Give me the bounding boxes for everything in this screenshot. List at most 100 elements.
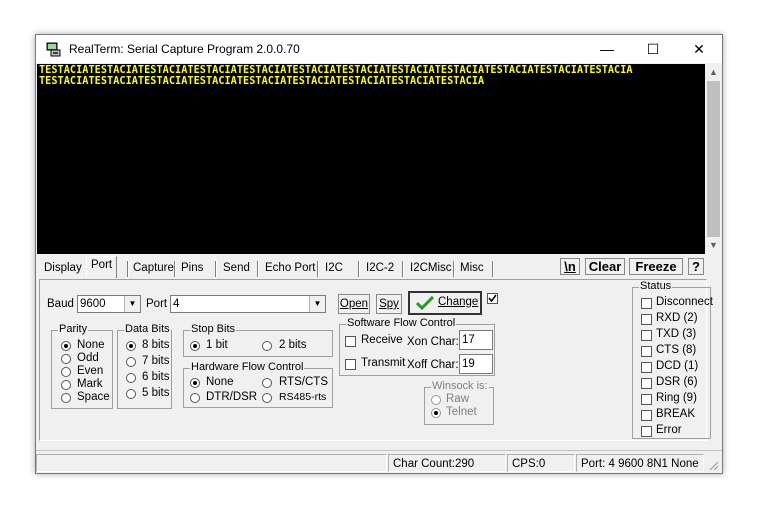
data-bits-5-radio[interactable]: [126, 389, 136, 399]
parity-even-label: Even: [77, 365, 104, 377]
parity-mark-label: Mark: [77, 378, 103, 390]
stop-bits-group: Stop Bits 1 bit 2 bits: [183, 323, 333, 357]
status-ring-indicator: [641, 394, 652, 405]
winsock-title: Winsock is:: [431, 380, 489, 392]
parity-none-radio[interactable]: [61, 341, 71, 351]
hardware-flow-title: Hardware Flow Control: [190, 361, 305, 373]
status-dcd-label: DCD (1): [656, 360, 699, 372]
title-bar: RealTerm: Serial Capture Program 2.0.0.7…: [36, 35, 722, 63]
scroll-thumb[interactable]: [707, 81, 720, 237]
data-bits-8-radio[interactable]: [126, 341, 136, 351]
freeze-button[interactable]: Freeze: [629, 258, 683, 275]
parity-odd-label: Odd: [77, 352, 99, 364]
stop-bits-1-label: 1 bit: [206, 339, 228, 351]
stop-bits-2-radio[interactable]: [262, 341, 272, 351]
winsock-group: Winsock is: Raw Telnet: [424, 380, 494, 425]
tab-misc[interactable]: Misc: [456, 260, 488, 277]
parity-odd-radio[interactable]: [61, 354, 71, 364]
baud-value: 9600: [80, 298, 106, 310]
app-icon: [46, 42, 61, 57]
newline-button[interactable]: \n: [560, 258, 580, 275]
close-button[interactable]: ✕: [676, 35, 722, 63]
change-button[interactable]: Change: [408, 291, 482, 315]
hw-flow-rtscts-radio[interactable]: [262, 378, 272, 388]
open-button[interactable]: Open: [338, 294, 370, 314]
chevron-down-icon[interactable]: ▼: [309, 296, 325, 312]
tab-i2cmisc[interactable]: I2CMisc: [406, 260, 456, 277]
parity-space-label: Space: [77, 391, 110, 403]
stop-bits-title: Stop Bits: [190, 323, 237, 335]
status-ring-label: Ring (9): [656, 392, 697, 404]
receive-checkbox[interactable]: [345, 336, 356, 347]
status-break-indicator: [641, 410, 652, 421]
change-checkbox[interactable]: [487, 293, 498, 304]
cps-value: CPS:0: [507, 454, 575, 472]
status-disconnect-indicator[interactable]: [641, 298, 652, 309]
tab-display[interactable]: Display: [40, 260, 86, 277]
winsock-telnet-radio[interactable]: [431, 408, 441, 418]
scroll-up-icon[interactable]: ▲: [705, 64, 722, 81]
status-cts-label: CTS (8): [656, 344, 697, 356]
transmit-checkbox[interactable]: [345, 359, 356, 370]
status-rxd-indicator: [641, 314, 652, 325]
status-txd-label: TXD (3): [656, 328, 697, 340]
tab-i2c[interactable]: I2C: [321, 260, 347, 277]
parity-none-label: None: [77, 339, 105, 351]
status-txd-indicator: [641, 330, 652, 341]
status-break-label: BREAK: [656, 408, 695, 420]
tab-pins[interactable]: Pins: [177, 260, 207, 277]
tab-port[interactable]: Port: [86, 256, 118, 278]
parity-mark-radio[interactable]: [61, 380, 71, 390]
status-group: Status Disconnect RXD (2) TXD (3) CTS (8…: [632, 280, 713, 439]
hw-flow-none-radio[interactable]: [190, 378, 200, 388]
terminal-line: TESTACIATESTACIATESTACIATESTACIATESTACIA…: [39, 65, 633, 76]
maximize-button[interactable]: ☐: [630, 35, 676, 63]
winsock-raw-radio[interactable]: [431, 395, 441, 405]
hw-flow-dtrdsr-radio[interactable]: [190, 393, 200, 403]
hw-flow-rtscts-label: RTS/CTS: [279, 376, 328, 388]
char-count: Char Count:290: [388, 454, 506, 472]
xoff-input[interactable]: 19: [459, 354, 493, 374]
data-bits-7-radio[interactable]: [126, 357, 136, 367]
minimize-button[interactable]: —: [584, 35, 630, 63]
scroll-down-icon[interactable]: ▼: [705, 237, 722, 254]
tab-echo-port[interactable]: Echo Port: [261, 260, 320, 277]
stop-bits-1-radio[interactable]: [190, 341, 200, 351]
data-bits-5-label: 5 bits: [142, 387, 170, 399]
data-bits-title: Data Bits: [124, 323, 171, 335]
data-bits-6-radio[interactable]: [126, 373, 136, 383]
parity-group: Parity None Odd Even Mark Space: [51, 323, 113, 409]
parity-space-radio[interactable]: [61, 393, 71, 403]
terminal-line: TESTACIATESTACIATESTACIATESTACIATESTACIA…: [39, 76, 485, 87]
vertical-scrollbar[interactable]: ▲ ▼: [705, 64, 722, 254]
tab-bar: Display Port Capture Pins Send Echo Port…: [36, 255, 722, 279]
change-label: Change: [438, 296, 479, 308]
chevron-down-icon[interactable]: ▼: [124, 296, 140, 312]
spy-button[interactable]: Spy: [376, 294, 402, 314]
clear-button[interactable]: Clear: [585, 258, 625, 275]
port-value: 4: [173, 298, 180, 310]
baud-select[interactable]: 9600 ▼: [77, 295, 141, 313]
terminal-display[interactable]: TESTACIATESTACIATESTACIATESTACIATESTACIA…: [37, 64, 705, 254]
data-bits-group: Data Bits 8 bits 7 bits 6 bits 5 bits: [117, 323, 172, 409]
port-label: Port: [146, 298, 168, 310]
resize-grip-icon[interactable]: [707, 459, 719, 471]
status-dsr-indicator: [641, 378, 652, 389]
tab-capture[interactable]: Capture: [129, 260, 178, 277]
xon-input[interactable]: 17: [459, 330, 493, 350]
realterm-window: RealTerm: Serial Capture Program 2.0.0.7…: [35, 34, 723, 474]
tab-send[interactable]: Send: [219, 260, 254, 277]
status-dsr-label: DSR (6): [656, 376, 698, 388]
hw-flow-rs485-radio[interactable]: [262, 393, 272, 403]
hw-flow-dtrdsr-label: DTR/DSR: [206, 391, 258, 403]
parity-title: Parity: [58, 323, 89, 335]
help-button[interactable]: ?: [688, 258, 704, 275]
hw-flow-rs485-label: RS485-rts: [279, 391, 327, 403]
status-bar: Char Count:290 CPS:0 Port: 4 9600 8N1 No…: [36, 450, 722, 474]
parity-even-radio[interactable]: [61, 367, 71, 377]
transmit-label: Transmit: [361, 357, 406, 369]
stop-bits-2-label: 2 bits: [279, 339, 307, 351]
hardware-flow-group: Hardware Flow Control None RTS/CTS DTR/D…: [183, 361, 333, 408]
port-select[interactable]: 4 ▼: [170, 295, 326, 313]
tab-i2c-2[interactable]: I2C-2: [362, 260, 398, 277]
